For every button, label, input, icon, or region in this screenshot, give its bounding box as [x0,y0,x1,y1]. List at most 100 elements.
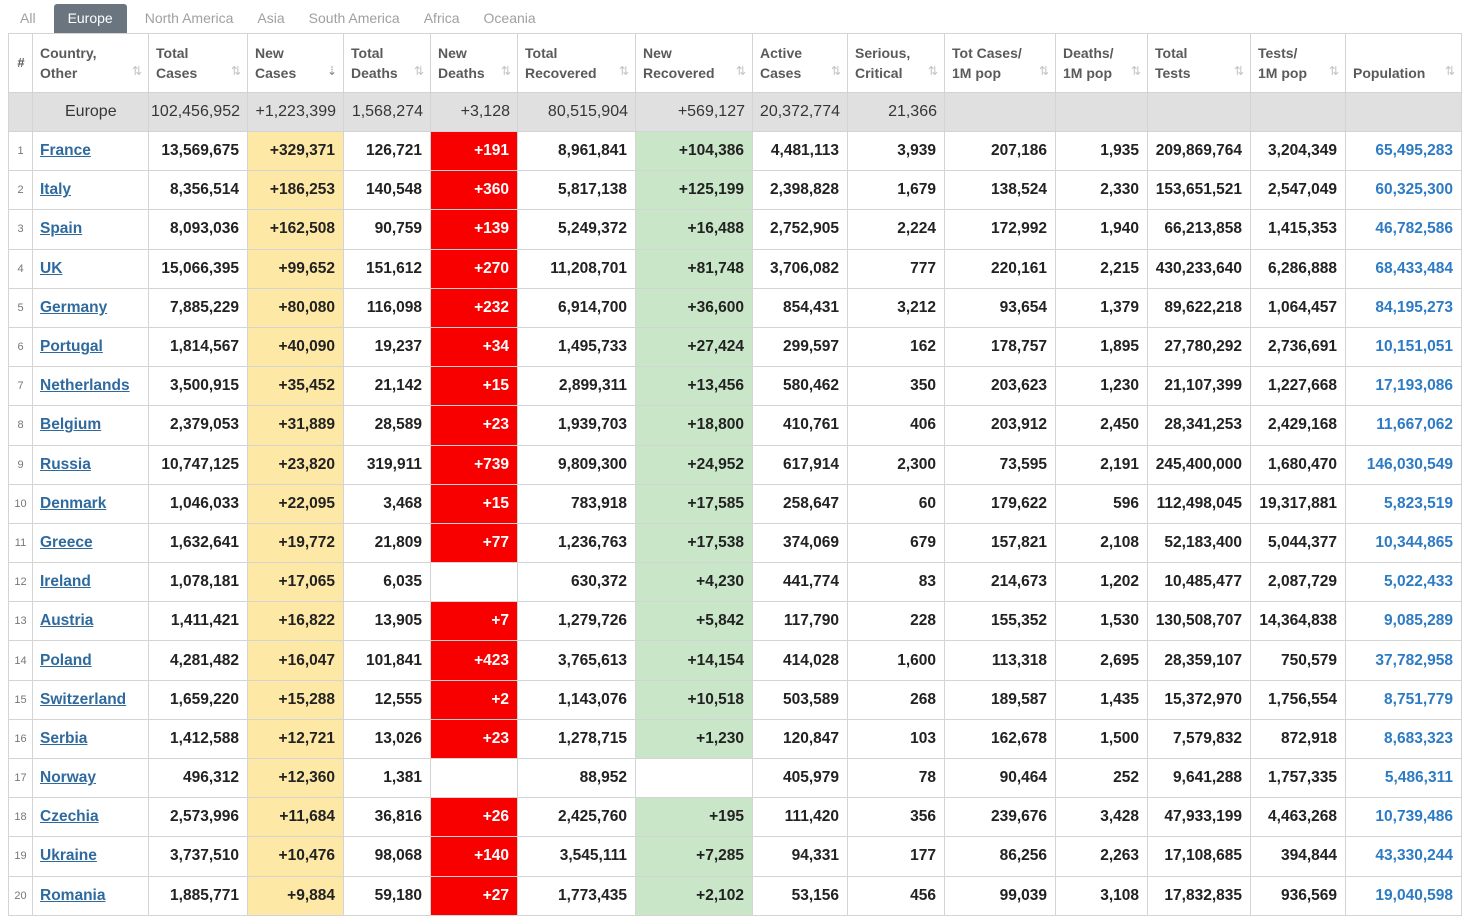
country-link[interactable]: Austria [40,612,93,629]
new-recovered-cell [635,757,753,799]
sort-icon[interactable]: ⇅ [736,61,746,81]
new-cases-cell: +40,090 [247,326,344,368]
col-header-label: New [255,45,284,61]
col-header-country[interactable]: Country, Other ⇅ [32,33,149,93]
country-link[interactable]: Ukraine [40,847,97,864]
country-link[interactable]: Serbia [40,730,87,747]
table-row: 19 Ukraine 3,737,510 +10,476 98,068 +140 3,545… [8,836,1462,877]
country-link[interactable]: Spain [40,220,82,237]
col-header-population[interactable]: Population ⇅ [1345,33,1462,93]
new-cases-cell: +12,721 [247,718,344,760]
sort-icon[interactable]: ⇅ [1234,61,1244,81]
total-deaths-cell: 21,809 [343,522,431,564]
tab-all[interactable]: All [8,4,48,33]
total-tests-cell: 21,107,399 [1147,366,1251,407]
tests-per-1m-cell: 19,317,881 [1250,483,1346,524]
country-link[interactable]: Netherlands [40,377,130,394]
population-cell: 17,193,086 [1345,366,1462,407]
table-header-row: # Country, Other ⇅ Total Cases ⇅ New Cases ⇣ T… [8,33,1462,93]
total-tests-cell: 7,579,832 [1147,718,1251,760]
table-row: 8 Belgium 2,379,053 +31,889 28,589 +23 1,939,7… [8,405,1462,446]
col-header-total-deaths[interactable]: Total Deaths ⇅ [343,33,431,93]
col-header-new-cases[interactable]: New Cases ⇣ [247,33,344,93]
sort-icon[interactable]: ⇅ [1329,61,1339,81]
col-header-active-cases[interactable]: Active Cases ⇅ [752,33,848,93]
col-header-total-tests[interactable]: Total Tests ⇅ [1147,33,1251,93]
col-header-label: Total [156,45,189,61]
sort-icon[interactable]: ⇅ [928,61,938,81]
sort-icon[interactable]: ⇅ [414,61,424,81]
country-link[interactable]: Germany [40,299,107,316]
col-header-label: Critical [855,65,903,81]
country-link[interactable]: Greece [40,534,93,551]
country-link[interactable]: Belgium [40,416,101,433]
total-tests-cell: 10,485,477 [1147,562,1251,603]
population-cell: 5,022,433 [1345,562,1462,603]
country-cell: UK [32,248,149,289]
tab-oceania[interactable]: Oceania [472,4,548,33]
total-deaths-cell: 101,841 [343,640,431,681]
population-cell: 43,330,244 [1345,836,1462,877]
sort-icon[interactable]: ⇅ [1039,61,1049,81]
active-cases-cell: 111,420 [752,797,848,838]
deaths-per-1m-cell: 3,108 [1055,875,1148,916]
deaths-per-1m-cell: 1,935 [1055,130,1148,172]
sort-icon[interactable]: ⇅ [619,61,629,81]
country-link[interactable]: Portugal [40,338,103,355]
sort-icon[interactable]: ⇅ [132,61,142,81]
col-header-tot-cases-1m[interactable]: Tot Cases/1M pop ⇅ [944,33,1056,93]
col-header-deaths-1m[interactable]: Deaths/1M pop ⇅ [1055,33,1148,93]
new-recovered-cell: +81,748 [635,248,753,289]
tab-north-america[interactable]: North America [133,4,246,33]
col-header-total-cases[interactable]: Total Cases ⇅ [148,33,248,93]
new-recovered-cell: +17,585 [635,483,753,524]
col-header-new-recovered[interactable]: New Recovered ⇅ [635,33,753,93]
country-cell: Italy [32,170,149,211]
population-cell: 19,040,598 [1345,875,1462,916]
tab-asia[interactable]: Asia [245,4,296,33]
total-tests-cell: 66,213,858 [1147,209,1251,250]
col-header-tests-1m[interactable]: Tests/1M pop ⇅ [1250,33,1346,93]
tests-per-1m-cell: 1,227,668 [1250,366,1346,407]
population-cell: 10,739,486 [1345,797,1462,838]
country-link[interactable]: Poland [40,652,92,669]
tests-per-1m-cell: 1,756,554 [1250,679,1346,720]
country-link[interactable]: Switzerland [40,691,126,708]
sort-desc-icon[interactable]: ⇣ [327,61,337,81]
total-cases-cell: 8,356,514 [148,170,248,211]
country-link[interactable]: Russia [40,456,91,473]
country-link[interactable]: Norway [40,769,96,786]
col-header-index[interactable]: # [8,33,33,93]
tab-europe[interactable]: Europe [53,4,127,33]
col-header-label: Active [760,45,803,61]
tests-per-1m-cell: 5,044,377 [1250,522,1346,564]
new-recovered-cell: +14,154 [635,640,753,681]
total-tests-1m [1250,92,1346,132]
total-index-cell [8,92,33,132]
tab-south-america[interactable]: South America [297,4,412,33]
row-index-cell: 10 [8,483,33,524]
total-recovered-cell: 6,914,700 [517,287,636,328]
sort-icon[interactable]: ⇅ [231,61,241,81]
tests-per-1m-cell: 2,547,049 [1250,170,1346,211]
tab-africa[interactable]: Africa [412,4,472,33]
col-header-serious[interactable]: Serious, Critical ⇅ [847,33,945,93]
country-link[interactable]: Romania [40,887,105,904]
col-header-total-recovered[interactable]: Total Recovered ⇅ [517,33,636,93]
sort-icon[interactable]: ⇅ [501,61,511,81]
total-deaths-cell: 36,816 [343,797,431,838]
country-link[interactable]: Denmark [40,495,106,512]
new-cases-cell: +35,452 [247,366,344,407]
row-index-cell: 20 [8,875,33,916]
country-link[interactable]: France [40,142,91,159]
country-link[interactable]: Ireland [40,573,91,590]
sort-icon[interactable]: ⇅ [1131,61,1141,81]
serious-critical-cell: 177 [847,836,945,877]
sort-icon[interactable]: ⇅ [1445,61,1455,81]
country-link[interactable]: Italy [40,181,71,198]
country-link[interactable]: Czechia [40,808,99,825]
tests-per-1m-cell: 3,204,349 [1250,130,1346,172]
country-link[interactable]: UK [40,260,62,277]
col-header-new-deaths[interactable]: New Deaths ⇅ [430,33,518,93]
sort-icon[interactable]: ⇅ [831,61,841,81]
